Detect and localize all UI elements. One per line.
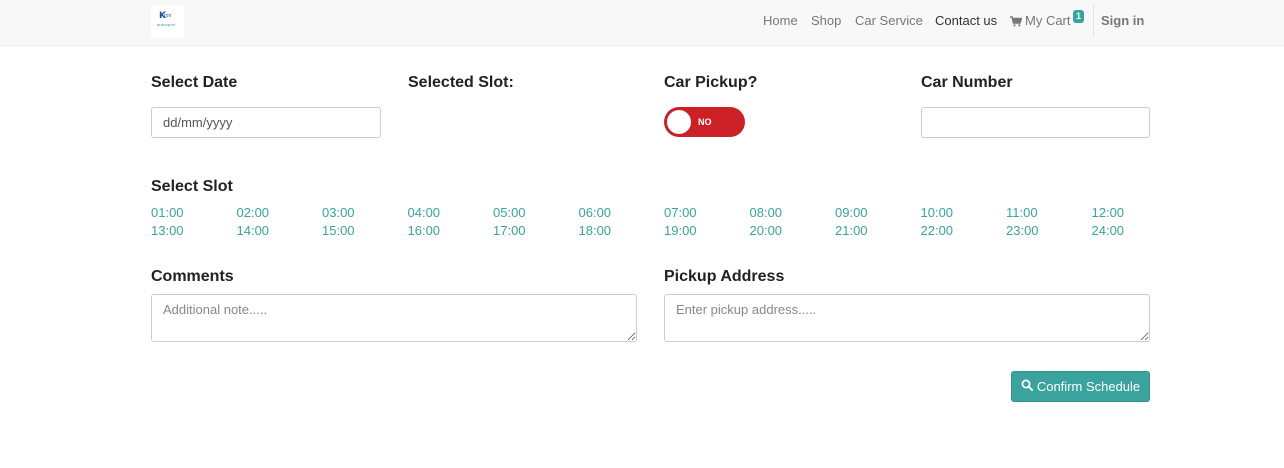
comments-label: Comments: [151, 268, 234, 285]
time-slot-link[interactable]: 14:00: [237, 223, 270, 239]
time-slot-link[interactable]: 07:00: [664, 205, 697, 221]
navbar: K ron autosport Home Shop Car Service Co…: [0, 0, 1284, 46]
time-slot-link[interactable]: 23:00: [1006, 223, 1039, 239]
date-input[interactable]: [151, 107, 381, 138]
brand-logo[interactable]: K ron autosport: [151, 5, 184, 38]
time-slot-link[interactable]: 19:00: [664, 223, 697, 239]
pickup-address-textarea[interactable]: [664, 294, 1150, 342]
time-slot-link[interactable]: 13:00: [151, 223, 184, 239]
nav-car-service[interactable]: Car Service: [855, 13, 923, 28]
time-slot-link[interactable]: 03:00: [322, 205, 355, 221]
cart-label: My Cart: [1025, 13, 1071, 28]
select-date-label: Select Date: [151, 74, 238, 91]
car-pickup-toggle[interactable]: NO: [664, 107, 745, 137]
selected-slot-label: Selected Slot:: [408, 74, 514, 91]
nav-shop[interactable]: Shop: [811, 13, 841, 28]
time-slot-link[interactable]: 05:00: [493, 205, 526, 221]
confirm-schedule-button[interactable]: Confirm Schedule: [1011, 371, 1150, 402]
select-slot-label: Select Slot: [151, 178, 233, 195]
car-number-input[interactable]: [921, 107, 1150, 138]
time-slot-link[interactable]: 20:00: [750, 223, 783, 239]
time-slot-link[interactable]: 16:00: [408, 223, 441, 239]
confirm-schedule-label: Confirm Schedule: [1036, 379, 1141, 394]
shopping-cart-icon: [1010, 16, 1022, 27]
time-slot-link[interactable]: 18:00: [579, 223, 612, 239]
time-slot-link[interactable]: 12:00: [1092, 205, 1125, 221]
nav-divider: [1093, 5, 1094, 37]
car-number-label: Car Number: [921, 74, 1013, 91]
time-slot-link[interactable]: 11:00: [1006, 205, 1038, 221]
toggle-state-label: NO: [698, 117, 712, 127]
toggle-knob: [667, 110, 691, 134]
time-slot-link[interactable]: 17:00: [493, 223, 526, 239]
time-slot-link[interactable]: 09:00: [835, 205, 868, 221]
logo-subtext: autosport: [157, 22, 176, 27]
time-slot-link[interactable]: 01:00: [151, 205, 184, 221]
nav-home[interactable]: Home: [763, 13, 798, 28]
time-slot-link[interactable]: 02:00: [237, 205, 270, 221]
search-icon: [1021, 379, 1033, 394]
time-slot-link[interactable]: 15:00: [322, 223, 355, 239]
time-slot-link[interactable]: 21:00: [835, 223, 868, 239]
time-slot-link[interactable]: 10:00: [921, 205, 954, 221]
logo-text: ron: [164, 13, 172, 19]
time-slot-link[interactable]: 22:00: [921, 223, 954, 239]
sign-in-link[interactable]: Sign in: [1101, 13, 1144, 28]
nav-my-cart[interactable]: My Cart: [1010, 13, 1071, 28]
time-slot-link[interactable]: 06:00: [579, 205, 612, 221]
nav-contact-us[interactable]: Contact us: [935, 13, 997, 28]
comments-textarea[interactable]: [151, 294, 637, 342]
pickup-address-label: Pickup Address: [664, 268, 785, 285]
time-slot-link[interactable]: 24:00: [1092, 223, 1125, 239]
car-pickup-label: Car Pickup?: [664, 74, 758, 91]
cart-count-badge: 1: [1073, 10, 1085, 23]
time-slot-link[interactable]: 04:00: [408, 205, 441, 221]
time-slot-link[interactable]: 08:00: [750, 205, 783, 221]
